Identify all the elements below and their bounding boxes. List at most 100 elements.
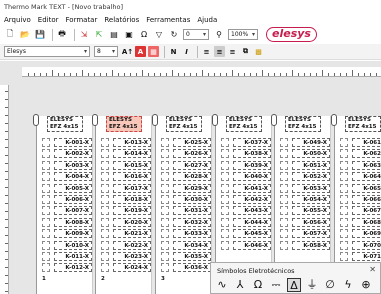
align-center-icon[interactable]: ≡ xyxy=(214,46,225,57)
symbol-button[interactable]: ⊕ xyxy=(359,278,373,292)
save-icon[interactable]: 💾 xyxy=(34,29,46,41)
label-cell[interactable]: K-007-X xyxy=(54,206,92,216)
label-cell[interactable]: K-042-X xyxy=(233,195,271,204)
label-cell[interactable]: K-062-X xyxy=(352,149,381,159)
menu-relatorios[interactable]: Relatórios xyxy=(104,14,139,26)
zoom-select[interactable]: 100% ▾ xyxy=(228,29,258,40)
menu-ajuda[interactable]: Ajuda xyxy=(197,14,217,26)
label-cell[interactable]: K-045-X xyxy=(233,229,271,239)
label-cell[interactable]: K-030-X xyxy=(173,195,211,204)
label-cell[interactable]: K-052-X xyxy=(292,172,330,182)
align-left-icon[interactable]: ≡ xyxy=(201,46,212,57)
copy-icon[interactable]: ⧉ xyxy=(240,46,251,57)
open-folder-icon[interactable]: 📂 xyxy=(19,29,31,41)
symbol-button[interactable]: ⅄ xyxy=(233,278,247,292)
label-cell[interactable]: K-034-X xyxy=(173,240,211,250)
label-cell[interactable]: K-066-X xyxy=(352,195,381,204)
label-cell[interactable]: K-061-X xyxy=(352,138,381,147)
label-cell[interactable]: K-009-X xyxy=(54,229,92,239)
zoom-icon[interactable]: ⚲ xyxy=(213,29,225,41)
omega-symbol-icon[interactable]: Ω xyxy=(138,29,150,41)
strip-grip[interactable] xyxy=(152,114,158,126)
symbol-button[interactable]: Ω xyxy=(251,278,265,292)
label-cell[interactable]: K-065-X xyxy=(352,183,381,193)
label-strip[interactable]: ELESYS EFZ 4x15 K-013-X K-014-X K-015-X K-016… xyxy=(92,114,152,294)
rotation-icon[interactable]: ↻ xyxy=(168,29,180,41)
label-cell[interactable]: K-033-X xyxy=(173,229,211,239)
strip-header[interactable]: ELESYS EFZ 4x15 xyxy=(345,116,381,132)
label-cell[interactable]: K-029-X xyxy=(173,183,211,193)
grow-font-icon[interactable]: A↑ xyxy=(122,46,133,57)
font-size-select[interactable]: 8 ▾ xyxy=(94,46,118,57)
table-icon[interactable]: ▤ xyxy=(108,29,120,41)
font-select[interactable]: Elesys ▾ xyxy=(4,46,90,57)
label-cell[interactable]: K-025-X xyxy=(173,138,211,147)
label-cell[interactable]: K-020-X xyxy=(113,217,151,227)
italic-icon[interactable]: I xyxy=(181,46,192,57)
label-cell[interactable]: K-049-X xyxy=(292,138,330,147)
label-cell[interactable]: K-032-X xyxy=(173,217,211,227)
symbol-button[interactable]: ϟ xyxy=(341,278,355,292)
symbol-button[interactable]: ∿ xyxy=(215,278,229,292)
label-cell[interactable]: K-055-X xyxy=(292,206,330,216)
symbol-button[interactable]: ⎓ xyxy=(269,278,283,292)
label-cell[interactable]: K-058-X xyxy=(292,240,330,250)
label-cell[interactable]: K-053-X xyxy=(292,183,330,193)
label-cell[interactable]: K-018-X xyxy=(113,195,151,204)
print-icon[interactable]: 🖶 xyxy=(56,29,68,41)
menu-formatar[interactable]: Formatar xyxy=(66,14,98,26)
export-icon[interactable]: ⇱ xyxy=(93,29,105,41)
align-right-icon[interactable]: ≡ xyxy=(227,46,238,57)
symbol-button[interactable]: Δ xyxy=(287,278,301,292)
paste-icon[interactable]: ▩ xyxy=(253,46,264,57)
label-cell[interactable]: K-039-X xyxy=(233,160,271,170)
label-cell[interactable]: K-054-X xyxy=(292,195,330,204)
rotation-select[interactable]: 0 ▾ xyxy=(183,29,209,40)
bold-icon[interactable]: N xyxy=(168,46,179,57)
label-cell[interactable]: K-013-X xyxy=(113,138,151,147)
label-cell[interactable]: K-026-X xyxy=(173,149,211,159)
menu-ferramentas[interactable]: Ferramentas xyxy=(146,14,190,26)
label-cell[interactable]: K-027-X xyxy=(173,160,211,170)
filter-icon[interactable]: ▽ xyxy=(153,29,165,41)
label-cell[interactable]: K-037-X xyxy=(233,138,271,147)
strip-grip[interactable] xyxy=(331,114,337,126)
label-cell[interactable]: K-021-X xyxy=(113,229,151,239)
import-icon[interactable]: ⇲ xyxy=(78,29,90,41)
highlight-icon[interactable]: ▦ xyxy=(148,46,159,57)
label-cell[interactable]: K-056-X xyxy=(292,217,330,227)
strip-header[interactable]: ELESYS EFZ 4x15 xyxy=(285,116,321,132)
menu-editor[interactable]: Editor xyxy=(38,14,59,26)
label-cell[interactable]: K-063-X xyxy=(352,160,381,170)
label-cell[interactable]: K-068-X xyxy=(352,217,381,227)
new-file-icon[interactable]: 🗋 xyxy=(4,29,16,41)
label-cell[interactable]: K-044-X xyxy=(233,217,271,227)
label-strip[interactable]: ELESYS EFZ 4x15 K-025-X K-026-X K-027-X K-028… xyxy=(152,114,212,294)
label-cell[interactable]: K-046-X xyxy=(233,240,271,250)
label-cell[interactable]: K-069-X xyxy=(352,229,381,239)
strip-grip[interactable] xyxy=(92,114,98,126)
label-cell[interactable]: K-005-X xyxy=(54,183,92,193)
label-cell[interactable]: K-012-X xyxy=(54,263,92,273)
label-cell[interactable]: K-051-X xyxy=(292,160,330,170)
label-canvas[interactable]: ELESYS EFZ 4x15 K-001-X K-002-X K-003-X K-004… xyxy=(0,61,381,294)
label-cell[interactable]: K-036-X xyxy=(173,263,211,273)
label-cell[interactable]: K-022-X xyxy=(113,240,151,250)
label-cell[interactable]: K-016-X xyxy=(113,172,151,182)
label-cell[interactable]: K-019-X xyxy=(113,206,151,216)
strip-header[interactable]: ELESYS EFZ 4x15 xyxy=(47,116,83,132)
label-cell[interactable]: K-010-X xyxy=(54,240,92,250)
symbol-button[interactable]: ⏚ xyxy=(305,278,319,292)
label-cell[interactable]: K-043-X xyxy=(233,206,271,216)
label-cell[interactable]: K-006-X xyxy=(54,195,92,204)
strip-grip[interactable] xyxy=(271,114,277,126)
shrink-font-icon[interactable]: A xyxy=(135,46,146,57)
label-strip[interactable]: ELESYS EFZ 4x15 K-001-X K-002-X K-003-X K-004… xyxy=(33,114,93,294)
label-cell[interactable]: K-017-X xyxy=(113,183,151,193)
label-cell[interactable]: K-003-X xyxy=(54,160,92,170)
label-cell[interactable]: K-001-X xyxy=(54,138,92,147)
label-cell[interactable]: K-014-X xyxy=(113,149,151,159)
strip-grip[interactable] xyxy=(212,114,218,126)
label-cell[interactable]: K-011-X xyxy=(54,252,92,261)
label-cell[interactable]: K-008-X xyxy=(54,217,92,227)
